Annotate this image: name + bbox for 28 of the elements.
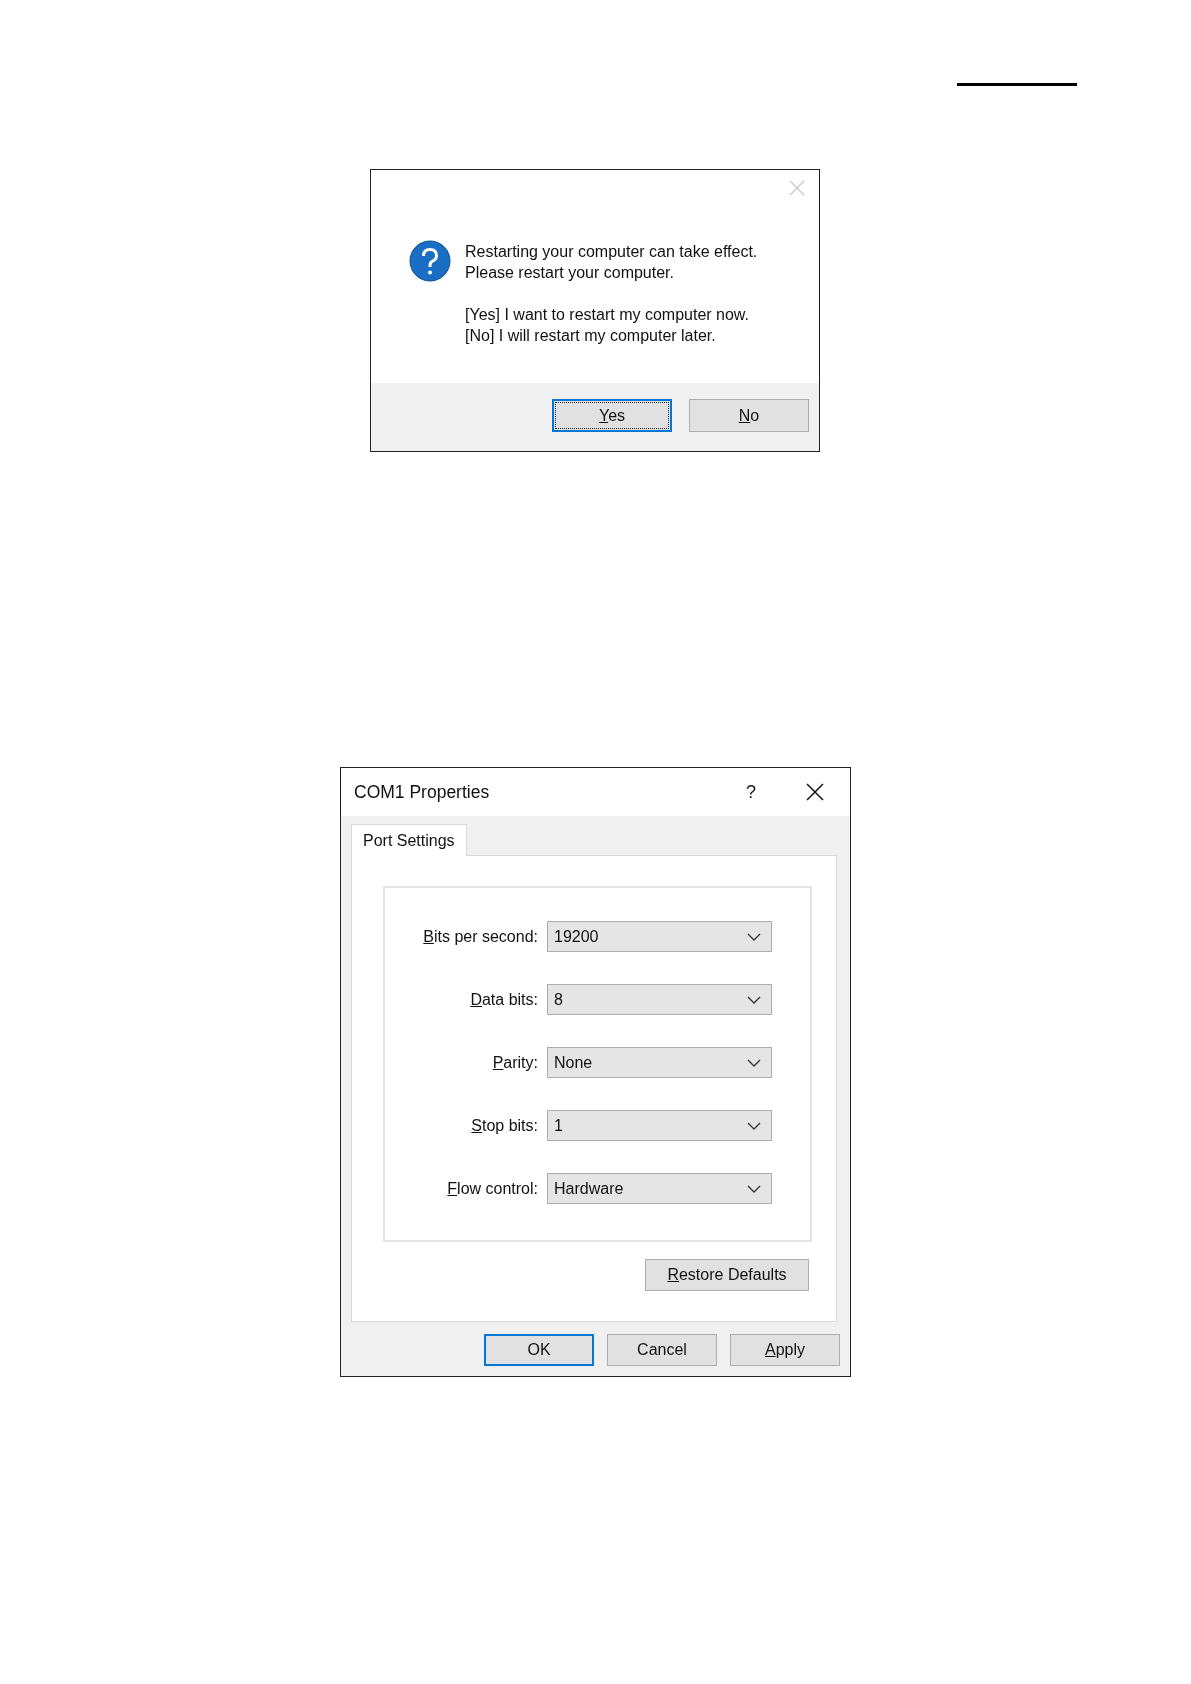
dialog-button[interactable]: OK	[484, 1334, 594, 1366]
field-label: Bits per second:	[422, 927, 539, 946]
field-label: Data bits:	[469, 990, 539, 1009]
dropdown[interactable]: Hardware	[547, 1173, 772, 1204]
chevron-down-icon[interactable]	[747, 1184, 761, 1193]
dropdown[interactable]: 8	[547, 984, 772, 1015]
options-text: [Yes] I want to restart my computer now. [No] I will restart my computer later.	[465, 305, 750, 346]
window-title: COM1 Properties	[354, 781, 491, 803]
dialog-button[interactable]: Apply	[730, 1334, 840, 1366]
dropdown[interactable]: 1	[547, 1110, 772, 1141]
field-label: Flow control:	[446, 1179, 539, 1198]
chevron-down-icon[interactable]	[747, 995, 761, 1004]
field-label: Parity:	[491, 1053, 539, 1072]
dropdown[interactable]: 19200	[547, 921, 772, 952]
question-icon	[409, 240, 451, 282]
help-button[interactable]: ?	[746, 781, 756, 803]
dialog-button[interactable]: Cancel	[607, 1334, 717, 1366]
chevron-down-icon[interactable]	[747, 1058, 761, 1067]
dialog-button[interactable]: No	[689, 399, 809, 432]
restore-defaults-button[interactable]: Restore Defaults	[645, 1259, 809, 1291]
chevron-down-icon[interactable]	[747, 1121, 761, 1130]
message-text: Restarting your computer can take effect. Please restart your computer.	[465, 242, 758, 283]
dialog-button[interactable]: Yes	[552, 399, 672, 432]
chevron-down-icon[interactable]	[747, 932, 761, 941]
tab[interactable]: Port Settings	[351, 824, 467, 856]
close-icon[interactable]	[806, 783, 824, 801]
field-label: Stop bits:	[470, 1116, 539, 1135]
dropdown[interactable]: None	[547, 1047, 772, 1078]
